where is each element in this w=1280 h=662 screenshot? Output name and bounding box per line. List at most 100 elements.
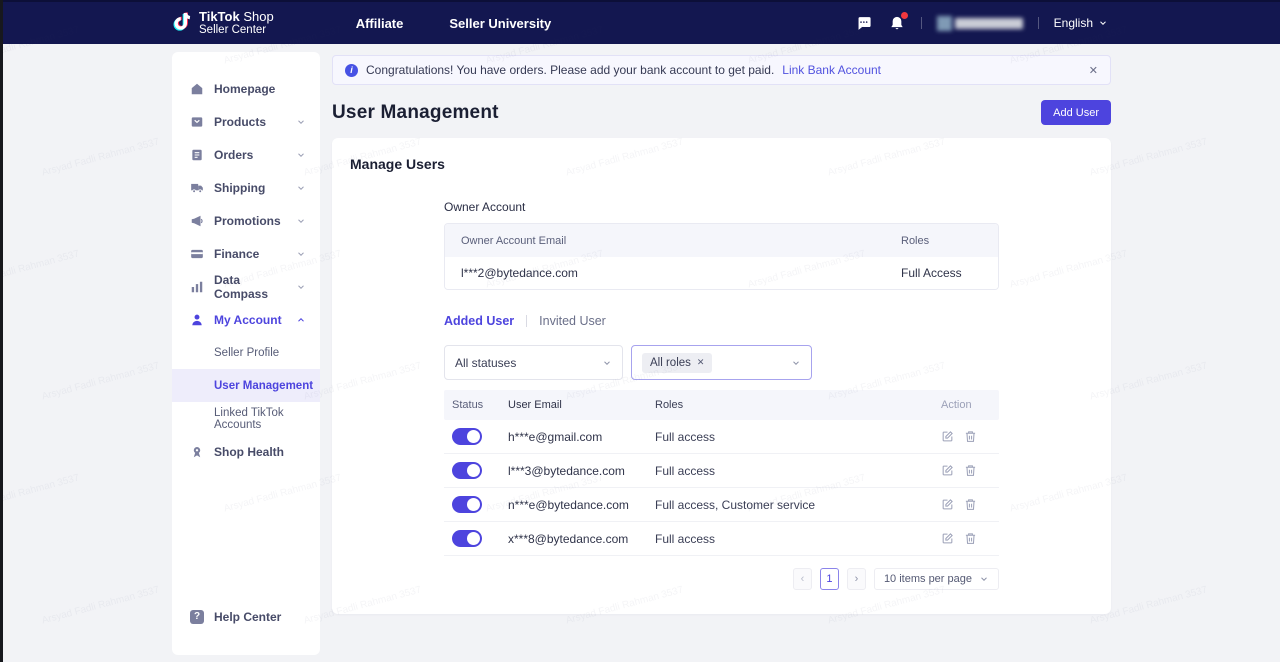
tab-divider bbox=[526, 315, 527, 327]
pagination-prev-button[interactable]: ‹ bbox=[793, 568, 812, 590]
pagination-page-1[interactable]: 1 bbox=[820, 568, 839, 590]
chevron-down-icon bbox=[296, 183, 306, 193]
page-size-select[interactable]: 10 items per page bbox=[874, 568, 999, 590]
user-table-row: h***e@gmail.com Full access bbox=[444, 420, 999, 454]
owner-roles-header: Roles bbox=[901, 235, 998, 247]
credit-card-icon bbox=[190, 247, 204, 261]
user-email: n***e@bytedance.com bbox=[508, 498, 655, 512]
sidebar-item-finance[interactable]: Finance bbox=[172, 237, 320, 270]
orders-document-icon bbox=[190, 148, 204, 162]
sidebar-item-help-center[interactable]: ? Help Center bbox=[172, 600, 320, 633]
tab-added-user[interactable]: Added User bbox=[444, 314, 514, 328]
user-table-row: x***8@bytedance.com Full access bbox=[444, 522, 999, 556]
roles-filter-chip: All roles ✕ bbox=[642, 353, 712, 373]
notification-banner: i Congratulations! You have orders. Plea… bbox=[332, 55, 1111, 85]
status-filter-select[interactable]: All statuses bbox=[444, 345, 623, 380]
user-roles: Full access bbox=[655, 464, 941, 478]
chevron-down-icon bbox=[602, 358, 612, 368]
delete-user-icon[interactable] bbox=[964, 430, 977, 443]
user-table-row: l***3@bytedance.com Full access bbox=[444, 454, 999, 488]
chevron-up-icon bbox=[296, 315, 306, 325]
tiktok-shop-logo[interactable]: TikTok Shop Seller Center bbox=[172, 10, 274, 37]
top-navbar: TikTok Shop Seller Center Affiliate Sell… bbox=[0, 0, 1280, 44]
navbar-links: Affiliate Seller University bbox=[356, 16, 552, 31]
add-user-button[interactable]: Add User bbox=[1041, 100, 1111, 125]
page-title: User Management bbox=[332, 102, 499, 124]
nav-link-seller-university[interactable]: Seller University bbox=[449, 16, 551, 31]
language-selector[interactable]: English bbox=[1054, 16, 1108, 30]
sidebar-item-promotions[interactable]: Promotions bbox=[172, 204, 320, 237]
nav-link-affiliate[interactable]: Affiliate bbox=[356, 16, 404, 31]
card-heading: Manage Users bbox=[332, 156, 1111, 172]
edit-user-icon[interactable] bbox=[941, 498, 954, 511]
user-table-row: n***e@bytedance.com Full access, Custome… bbox=[444, 488, 999, 522]
user-email: h***e@gmail.com bbox=[508, 430, 655, 444]
user-tabs: Added User Invited User bbox=[444, 314, 999, 328]
messages-icon[interactable] bbox=[855, 14, 873, 32]
screen-edge bbox=[0, 0, 3, 662]
owner-email-header: Owner Account Email bbox=[445, 235, 901, 247]
sidebar: Homepage Products Orders Shipping Promot… bbox=[172, 52, 320, 655]
sidebar-item-products[interactable]: Products bbox=[172, 105, 320, 138]
chevron-down-icon bbox=[979, 574, 989, 584]
sidebar-subitem-user-management[interactable]: User Management bbox=[172, 369, 320, 402]
notification-badge bbox=[901, 12, 908, 19]
user-email: l***3@bytedance.com bbox=[508, 464, 655, 478]
manage-users-card: Manage Users Owner Account Owner Account… bbox=[332, 138, 1111, 614]
home-icon bbox=[190, 82, 204, 96]
sidebar-item-homepage[interactable]: Homepage bbox=[172, 72, 320, 105]
edit-user-icon[interactable] bbox=[941, 430, 954, 443]
owner-email-value: l***2@bytedance.com bbox=[445, 266, 901, 280]
sidebar-item-data-compass[interactable]: Data Compass bbox=[172, 270, 320, 303]
link-bank-account-link[interactable]: Link Bank Account bbox=[782, 63, 881, 77]
divider bbox=[1038, 17, 1039, 29]
chevron-down-icon bbox=[296, 216, 306, 226]
info-icon: i bbox=[345, 64, 358, 77]
user-email: x***8@bytedance.com bbox=[508, 532, 655, 546]
sidebar-item-shipping[interactable]: Shipping bbox=[172, 171, 320, 204]
shipping-truck-icon bbox=[190, 181, 204, 195]
main-content: i Congratulations! You have orders. Plea… bbox=[332, 55, 1111, 614]
roles-filter-select[interactable]: All roles ✕ bbox=[631, 345, 812, 380]
user-icon bbox=[190, 313, 204, 327]
pagination: ‹ 1 › 10 items per page bbox=[444, 568, 999, 590]
status-toggle[interactable] bbox=[452, 530, 482, 547]
account-name-blurred[interactable] bbox=[937, 16, 1023, 31]
user-roles: Full access, Customer service bbox=[655, 498, 941, 512]
help-question-icon: ? bbox=[190, 610, 204, 624]
pagination-next-button[interactable]: › bbox=[847, 568, 866, 590]
chevron-down-icon bbox=[296, 150, 306, 160]
owner-table-header: Owner Account Email Roles bbox=[445, 224, 998, 257]
banner-close-icon[interactable]: ✕ bbox=[1089, 64, 1098, 77]
sidebar-item-orders[interactable]: Orders bbox=[172, 138, 320, 171]
chevron-down-icon bbox=[791, 358, 801, 368]
owner-roles-value: Full Access bbox=[901, 266, 998, 280]
status-toggle[interactable] bbox=[452, 428, 482, 445]
sidebar-item-my-account[interactable]: My Account bbox=[172, 303, 320, 336]
owner-table-row: l***2@bytedance.com Full Access bbox=[445, 257, 998, 289]
logo-text: TikTok Shop Seller Center bbox=[199, 10, 274, 37]
user-roles: Full access bbox=[655, 532, 941, 546]
edit-user-icon[interactable] bbox=[941, 464, 954, 477]
delete-user-icon[interactable] bbox=[964, 498, 977, 511]
tiktok-note-icon bbox=[172, 11, 192, 35]
edit-user-icon[interactable] bbox=[941, 532, 954, 545]
user-roles: Full access bbox=[655, 430, 941, 444]
status-toggle[interactable] bbox=[452, 496, 482, 513]
products-box-icon bbox=[190, 115, 204, 129]
tab-invited-user[interactable]: Invited User bbox=[539, 314, 606, 328]
delete-user-icon[interactable] bbox=[964, 532, 977, 545]
delete-user-icon[interactable] bbox=[964, 464, 977, 477]
sidebar-subitem-seller-profile[interactable]: Seller Profile bbox=[172, 336, 320, 369]
notifications-bell-icon[interactable] bbox=[888, 14, 906, 32]
bar-chart-icon bbox=[190, 280, 204, 294]
sidebar-item-shop-health[interactable]: Shop Health bbox=[172, 435, 320, 468]
user-table-header: Status User Email Roles Action bbox=[444, 390, 999, 420]
status-toggle[interactable] bbox=[452, 462, 482, 479]
owner-account-table: Owner Account Email Roles l***2@bytedanc… bbox=[444, 223, 999, 290]
chip-remove-icon[interactable]: ✕ bbox=[697, 357, 705, 368]
megaphone-icon bbox=[190, 214, 204, 228]
owner-account-label: Owner Account bbox=[444, 200, 999, 214]
sidebar-subitem-linked-tiktok-accounts[interactable]: Linked TikTok Accounts bbox=[172, 402, 320, 435]
added-users-table: Status User Email Roles Action h***e@gma… bbox=[444, 390, 999, 556]
